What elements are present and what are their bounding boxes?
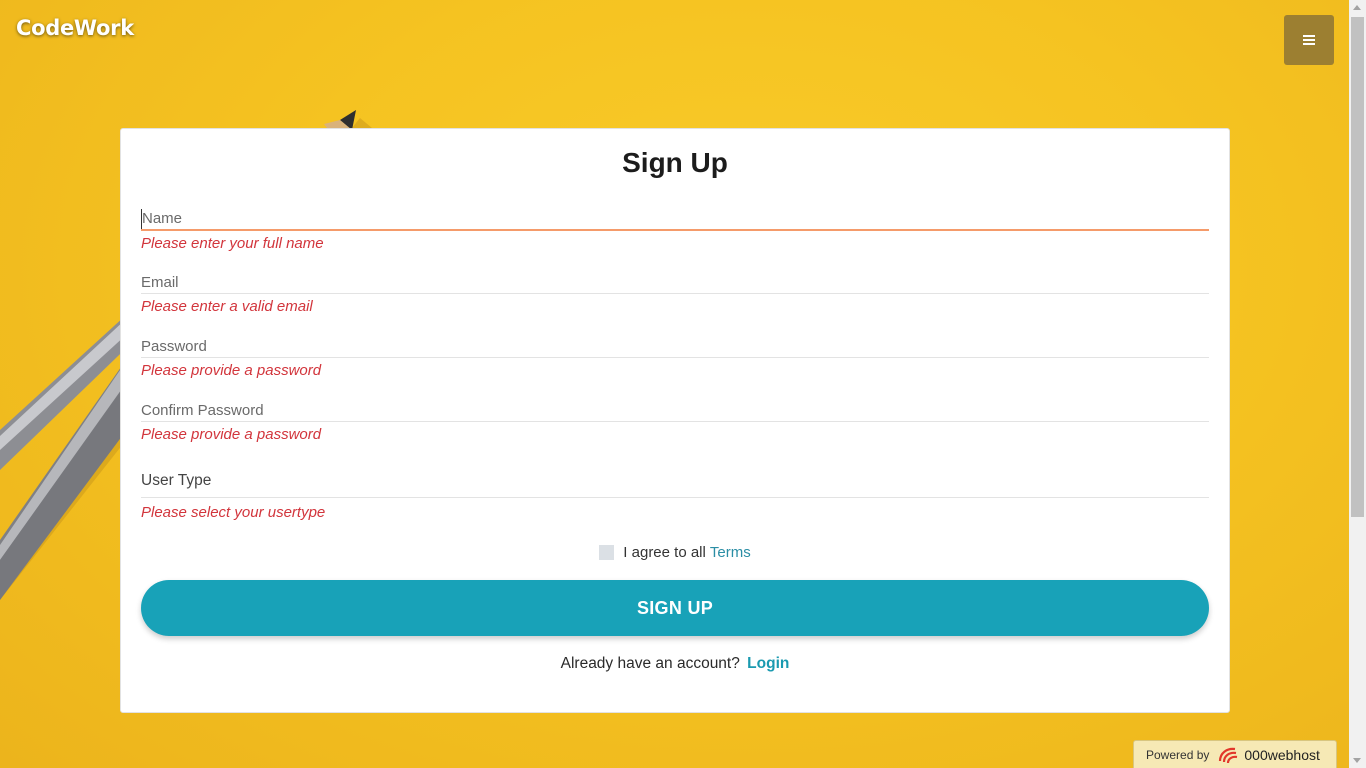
terms-row: I agree to all Terms (121, 544, 1229, 561)
webhost-logo-icon (1219, 747, 1238, 763)
user-type-label[interactable]: User Type (141, 471, 1209, 491)
name-underline (141, 229, 1209, 231)
login-prompt-text: Already have an account? (560, 655, 740, 672)
email-input[interactable]: Email (141, 273, 1209, 293)
host-name: 000webhost (1244, 746, 1320, 763)
terms-checkbox[interactable] (599, 545, 615, 560)
brand-logo[interactable]: CodeWork (16, 16, 134, 40)
hosting-badge[interactable]: Powered by 000webhost (1133, 740, 1337, 768)
password-field[interactable]: Password Please provide a password (141, 337, 1209, 381)
terms-text: I agree to all (623, 544, 706, 561)
login-prompt: Already have an account? Login (121, 655, 1229, 673)
email-underline (141, 293, 1209, 294)
terms-link[interactable]: Terms (710, 544, 751, 561)
email-error: Please enter a valid email (141, 298, 313, 315)
password-error: Please provide a password (141, 362, 322, 379)
password-underline (141, 357, 1209, 358)
scroll-up-icon[interactable] (1353, 5, 1361, 10)
signup-card: Sign Up Name Please enter your full name… (120, 128, 1230, 713)
scroll-down-icon[interactable] (1353, 758, 1361, 763)
confirm-password-field[interactable]: Confirm Password Please provide a passwo… (141, 401, 1209, 445)
page-title: Sign Up (622, 147, 728, 178)
confirm-password-input[interactable]: Confirm Password (141, 401, 1209, 421)
user-type-underline (141, 497, 1209, 498)
name-error: Please enter your full name (141, 235, 324, 252)
confirm-password-underline (141, 421, 1209, 422)
name-field[interactable]: Name Please enter your full name (141, 209, 1209, 254)
email-field[interactable]: Email Please enter a valid email (141, 273, 1209, 317)
user-type-select[interactable]: User Type Please select your usertype (141, 471, 1209, 523)
hamburger-menu-icon (1303, 35, 1315, 45)
login-link[interactable]: Login (747, 655, 789, 672)
user-type-error: Please select your usertype (141, 504, 326, 521)
page-scrollbar[interactable] (1349, 0, 1366, 768)
password-input[interactable]: Password (141, 337, 1209, 357)
signup-button[interactable]: SIGN UP (141, 580, 1209, 636)
name-input[interactable]: Name (141, 209, 1209, 229)
confirm-password-error: Please provide a password (141, 426, 322, 443)
powered-by-text: Powered by (1146, 747, 1210, 762)
scrollbar-thumb[interactable] (1351, 17, 1364, 517)
menu-toggle-button[interactable] (1284, 15, 1334, 65)
